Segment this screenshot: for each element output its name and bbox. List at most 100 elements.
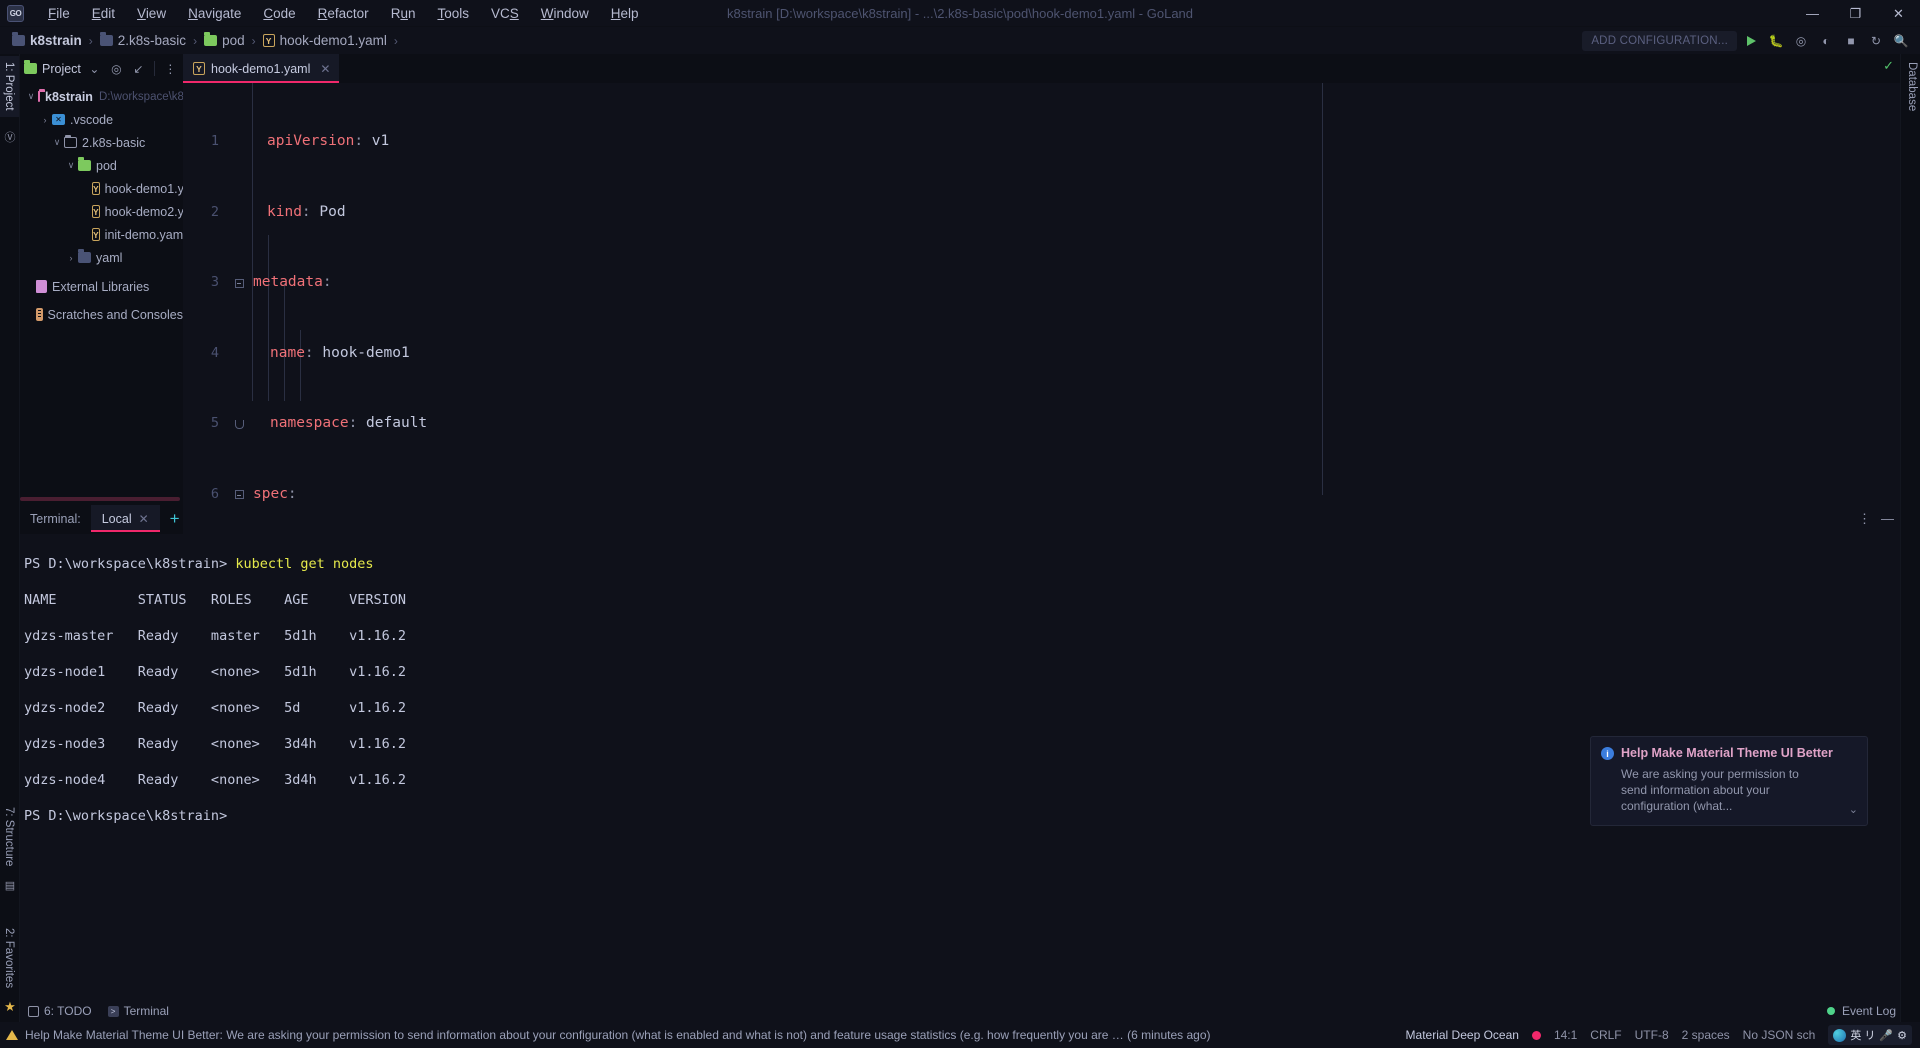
profile-icon[interactable]: ◐: [1815, 30, 1837, 52]
chevron-down-icon[interactable]: ∨: [24, 91, 38, 102]
microphone-icon[interactable]: 🎤: [1879, 1029, 1893, 1042]
folder-icon: [99, 32, 113, 46]
close-icon[interactable]: ✕: [139, 512, 149, 526]
tree-item-scratches[interactable]: Scratches and Consoles: [20, 303, 183, 326]
tree-item-vscode[interactable]: › .vscode: [20, 108, 183, 131]
menu-navigate[interactable]: Navigate: [177, 3, 252, 24]
inspections-ok-icon[interactable]: ✓: [1883, 58, 1894, 74]
fold-marker[interactable]: [229, 412, 249, 436]
stop-icon[interactable]: ■: [1840, 30, 1862, 52]
right-tool-strip: Database: [1900, 54, 1920, 1022]
status-message[interactable]: Help Make Material Theme UI Better: We a…: [25, 1028, 1211, 1042]
run-icon[interactable]: [1740, 30, 1762, 52]
sidebar-tab-favorites[interactable]: 2: Favorites: [0, 922, 19, 994]
line-number: 3: [210, 274, 219, 290]
more-options-icon[interactable]: ⋮: [162, 60, 179, 77]
fold-marker[interactable]: [229, 271, 249, 295]
chevron-right-icon[interactable]: ›: [38, 115, 52, 125]
breadcrumb-item-pod[interactable]: pod: [222, 33, 245, 48]
update-icon[interactable]: ↻: [1865, 30, 1887, 52]
add-terminal-button[interactable]: +: [160, 509, 190, 529]
minimize-button[interactable]: —: [1791, 0, 1834, 27]
breadcrumb-item-k8strain[interactable]: k8strain: [30, 33, 82, 48]
structure-glyph-icon[interactable]: ▤: [3, 878, 17, 892]
chevron-right-icon[interactable]: ›: [64, 253, 78, 263]
tree-item-hook-demo2[interactable]: Y hook-demo2.yaml: [20, 200, 183, 223]
editor-tab-label: hook-demo1.yaml: [211, 61, 311, 76]
folder-icon: [12, 32, 25, 46]
target-icon[interactable]: ◎: [108, 60, 125, 77]
terminal-label: Terminal:: [30, 511, 81, 526]
menu-window[interactable]: Window: [530, 3, 600, 24]
sidebar-tab-database[interactable]: Database: [1902, 56, 1920, 117]
tree-item-yaml[interactable]: › yaml: [20, 246, 183, 269]
tree-item-init-demo[interactable]: Y init-demo.yaml: [20, 223, 183, 246]
caret-position[interactable]: 14:1: [1554, 1028, 1577, 1042]
chevron-down-icon[interactable]: ∨: [64, 160, 78, 171]
menu-vcs[interactable]: VCS: [480, 3, 530, 24]
breadcrumb-item-file[interactable]: hook-demo1.yaml: [280, 33, 387, 48]
tree-item-external-libraries[interactable]: External Libraries: [20, 275, 183, 298]
theme-name[interactable]: Material Deep Ocean: [1406, 1028, 1519, 1042]
menu-tools[interactable]: Tools: [426, 3, 480, 24]
fold-marker[interactable]: [229, 483, 249, 507]
coverage-icon[interactable]: ◎: [1790, 30, 1812, 52]
tool-button-todo[interactable]: 6: TODO: [28, 1004, 92, 1018]
gear-icon[interactable]: ⚙: [1897, 1029, 1907, 1042]
chevron-down-icon[interactable]: ∨: [50, 137, 64, 148]
yaml-file-icon: Y: [92, 205, 100, 218]
yaml-file-icon: Y: [92, 182, 100, 195]
breadcrumb[interactable]: k8strain › 2.k8s-basic › pod › Y hook-de…: [12, 32, 405, 48]
menu-help[interactable]: Help: [600, 3, 650, 24]
tree-item-k8strain[interactable]: ∨ k8strain D:\workspace\k8st: [20, 85, 183, 108]
search-icon[interactable]: 🔍: [1890, 30, 1912, 52]
tree-item-hook-demo1[interactable]: Y hook-demo1.yaml: [20, 177, 183, 200]
star-icon[interactable]: ★: [3, 999, 17, 1014]
terminal-tab-local[interactable]: Local ✕: [90, 505, 160, 532]
code-line: 3 metadata:: [183, 271, 1900, 295]
sidebar-tab-project[interactable]: 1: Project: [0, 56, 19, 117]
menu-file[interactable]: File: [37, 3, 81, 24]
window-controls[interactable]: — ❐ ✕: [1791, 0, 1920, 27]
close-button[interactable]: ✕: [1877, 0, 1920, 27]
hide-icon[interactable]: —: [1881, 511, 1894, 527]
line-separator[interactable]: CRLF: [1590, 1028, 1621, 1042]
material-icon[interactable]: Ⓥ: [3, 130, 17, 144]
menu-edit[interactable]: Edit: [81, 3, 126, 24]
terminal-tab-bar: Terminal: Local ✕ + ⋮ —: [20, 505, 1900, 532]
tool-button-terminal[interactable]: Terminal: [107, 1004, 169, 1018]
debug-icon[interactable]: 🐛: [1765, 30, 1787, 52]
editor-tab-hook-demo1[interactable]: Y hook-demo1.yaml ✕: [183, 54, 340, 83]
more-options-icon[interactable]: ⋮: [1858, 511, 1871, 527]
chevron-down-icon[interactable]: ⌄: [86, 60, 103, 77]
folder-pink-icon: [38, 89, 45, 102]
close-icon[interactable]: ✕: [320, 62, 330, 76]
menu-bar[interactable]: File Edit View Navigate Code Refactor Ru…: [37, 3, 650, 24]
warning-icon[interactable]: [6, 1030, 18, 1040]
file-encoding[interactable]: UTF-8: [1635, 1028, 1669, 1042]
event-log-dot-icon: [1826, 1007, 1835, 1015]
menu-code[interactable]: Code: [252, 3, 306, 24]
ime-indicator[interactable]: 英 リ 🎤 ⚙: [1828, 1025, 1912, 1045]
chevron-down-icon[interactable]: ⌄: [1849, 803, 1858, 816]
notification-popup[interactable]: i Help Make Material Theme UI Better We …: [1590, 736, 1868, 826]
menu-view[interactable]: View: [126, 3, 177, 24]
breadcrumb-item-k8s-basic[interactable]: 2.k8s-basic: [118, 33, 186, 48]
collapse-all-icon[interactable]: ↙: [130, 60, 147, 77]
tree-item-k8s-basic[interactable]: ∨ 2.k8s-basic: [20, 131, 183, 154]
tree-item-pod[interactable]: ∨ pod: [20, 154, 183, 177]
editor-horizontal-scrollbar[interactable]: [20, 497, 180, 501]
breadcrumb-separator: ›: [88, 33, 93, 48]
menu-run[interactable]: Run: [380, 3, 427, 24]
terminal-line: PS D:\workspace\k8strain> kubectl get no…: [24, 556, 374, 572]
maximize-button[interactable]: ❐: [1834, 0, 1877, 27]
json-schema[interactable]: No JSON sch: [1743, 1028, 1816, 1042]
menu-refactor[interactable]: Refactor: [307, 3, 380, 24]
terminal-line: NAME STATUS ROLES AGE VERSION: [24, 592, 407, 608]
add-configuration-button[interactable]: ADD CONFIGURATION...: [1582, 30, 1737, 51]
editor-tab-bar: Y hook-demo1.yaml ✕ ✓: [183, 54, 1900, 83]
terminal-tab-label: Local: [101, 511, 132, 526]
sidebar-tab-structure[interactable]: 7: Structure: [0, 801, 19, 872]
event-log-button[interactable]: Event Log: [1826, 1004, 1900, 1018]
indent-setting[interactable]: 2 spaces: [1682, 1028, 1730, 1042]
